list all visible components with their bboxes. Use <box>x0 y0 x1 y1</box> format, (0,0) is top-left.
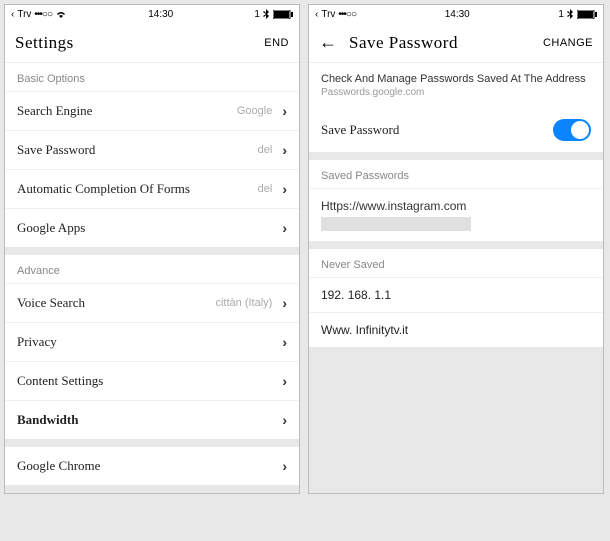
content-settings-row[interactable]: Content Settings › <box>5 362 299 401</box>
chevron-right-icon: › <box>282 373 287 389</box>
chevron-right-icon: › <box>282 220 287 236</box>
row-label: Save Password <box>321 122 399 138</box>
row-label: Bandwidth <box>17 412 78 428</box>
saved-password-item[interactable]: Https://www.instagram.com <box>309 189 603 241</box>
never-saved-item[interactable]: Www. Infinitytv.it <box>309 313 603 347</box>
password-mask <box>321 217 471 231</box>
chevron-right-icon: › <box>282 334 287 350</box>
row-label: Save Password <box>17 142 95 158</box>
status-bar: ‹ Trv 14:30 1 <box>309 5 603 23</box>
bandwidth-row[interactable]: Bandwidth › <box>5 401 299 439</box>
bt-percent: 1 <box>254 9 260 20</box>
chevron-right-icon: › <box>282 181 287 197</box>
signal-dots-icon <box>34 9 52 20</box>
search-engine-row[interactable]: Search Engine Google › <box>5 92 299 131</box>
back-chevron-icon: ‹ <box>11 9 14 20</box>
save-password-header: ← Save Password CHANGE <box>309 23 603 63</box>
chevron-right-icon: › <box>282 295 287 311</box>
saved-passwords-header: Saved Passwords <box>309 160 603 189</box>
basic-options-header: Basic Options <box>5 63 299 92</box>
save-password-toggle-row: Save Password <box>309 108 603 152</box>
row-label: Content Settings <box>17 373 103 389</box>
google-apps-row[interactable]: Google Apps › <box>5 209 299 247</box>
carrier-label: Trv <box>17 9 31 20</box>
status-bar: ‹ Trv 14:30 1 <box>5 5 299 23</box>
save-password-row[interactable]: Save Password del › <box>5 131 299 170</box>
description-text: Check And Manage Passwords Saved At The … <box>309 63 603 108</box>
chevron-right-icon: › <box>282 458 287 474</box>
row-label: Automatic Completion Of Forms <box>17 181 190 197</box>
settings-header: Settings END <box>5 23 299 63</box>
back-chevron-icon: ‹ <box>315 9 318 20</box>
never-saved-item[interactable]: 192. 168. 1.1 <box>309 278 603 313</box>
signal-dots-icon <box>338 9 356 20</box>
advanced-header: Advance <box>5 255 299 284</box>
row-label: Privacy <box>17 334 57 350</box>
wifi-icon <box>55 10 67 19</box>
passwords-link[interactable]: Passwords.google.com <box>321 87 591 98</box>
row-label: Voice Search <box>17 295 85 311</box>
row-value: cittàn (Italy) <box>215 297 272 309</box>
chevron-right-icon: › <box>282 142 287 158</box>
row-value: Google <box>237 105 272 117</box>
status-time: 14:30 <box>148 9 173 20</box>
privacy-row[interactable]: Privacy › <box>5 323 299 362</box>
row-label: Google Chrome <box>17 458 100 474</box>
row-value: del <box>258 144 273 156</box>
carrier-label: Trv <box>321 9 335 20</box>
row-label: Google Apps <box>17 220 85 236</box>
save-password-toggle[interactable] <box>553 119 591 141</box>
change-button[interactable]: CHANGE <box>543 37 593 49</box>
settings-screen: ‹ Trv 14:30 1 Settings END Basic Options… <box>4 4 300 494</box>
row-label: Search Engine <box>17 103 92 119</box>
saved-url: Https://www.instagram.com <box>321 199 591 213</box>
back-arrow-icon[interactable]: ← <box>319 32 337 53</box>
battery-icon <box>577 10 597 19</box>
bluetooth-icon <box>263 9 270 20</box>
bt-percent: 1 <box>558 9 564 20</box>
bluetooth-icon <box>567 9 574 20</box>
battery-icon <box>273 10 293 19</box>
voice-search-row[interactable]: Voice Search cittàn (Italy) › <box>5 284 299 323</box>
status-time: 14:30 <box>445 9 470 20</box>
page-title: Settings <box>15 33 74 53</box>
chevron-right-icon: › <box>282 412 287 428</box>
google-chrome-row[interactable]: Google Chrome › <box>5 447 299 485</box>
autofill-row[interactable]: Automatic Completion Of Forms del › <box>5 170 299 209</box>
never-saved-header: Never Saved <box>309 249 603 278</box>
chevron-right-icon: › <box>282 103 287 119</box>
page-title: Save Password <box>349 33 458 53</box>
end-button[interactable]: END <box>264 37 289 49</box>
row-value: del <box>258 183 273 195</box>
save-password-screen: ‹ Trv 14:30 1 ← Save Password CHANGE Che… <box>308 4 604 494</box>
